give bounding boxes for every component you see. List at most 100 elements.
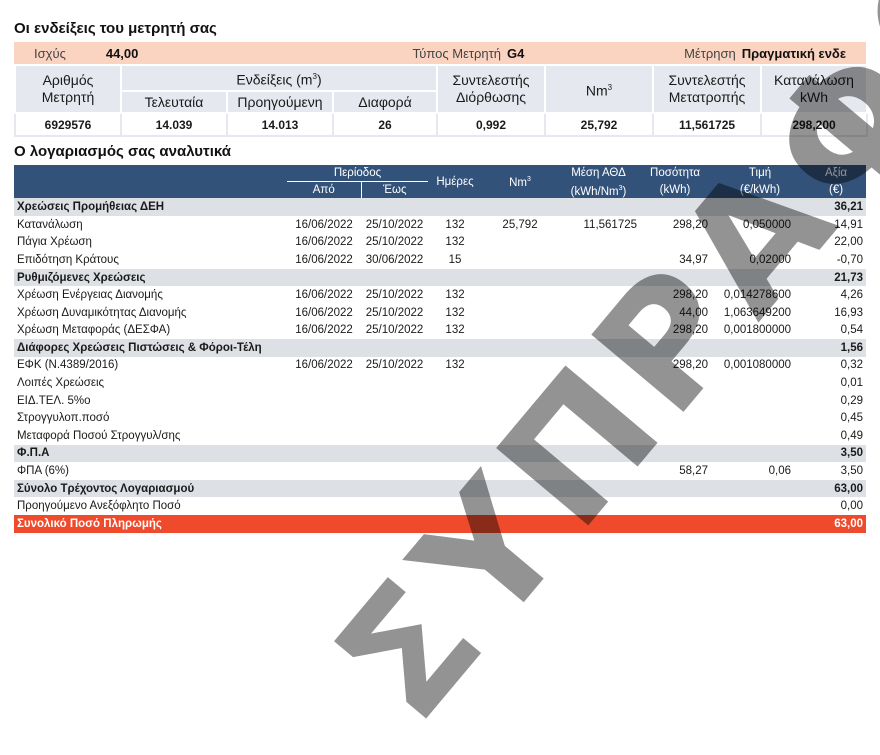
col-description: [14, 165, 287, 199]
col-nm: Nm3: [544, 64, 655, 114]
row-price: 0,050000: [743, 218, 792, 231]
row-to-date: 25/10/2022: [365, 218, 424, 231]
row-to-date: [361, 515, 429, 533]
row-price: [711, 427, 809, 445]
row-description: Μεταφορά Ποσού Στρογγυλ/σης: [17, 429, 181, 442]
row-avg: [558, 339, 640, 357]
row-price: 0,001800000: [723, 324, 792, 337]
col-price: Τιμή: [711, 165, 810, 182]
power-value: 44,00: [105, 45, 139, 61]
col-from: Από: [287, 181, 362, 199]
row-days: [428, 444, 483, 463]
row-value: 1,56: [809, 339, 867, 357]
row-days: [428, 392, 482, 410]
row-days: [428, 374, 482, 392]
consumption-kwh: 298,200: [760, 113, 869, 137]
row-nm: [482, 462, 558, 480]
meter-type-value: G4: [507, 45, 525, 61]
row-value: -0,70: [836, 253, 864, 266]
row-days: 132: [445, 324, 465, 337]
row-nm: [482, 497, 558, 515]
row-from-date: 16/06/2022: [295, 359, 353, 372]
row-avg: [558, 479, 640, 498]
bill-item-row: Επιδότηση Κράτους 16/06/2022 30/06/2022 15 3…: [14, 251, 866, 269]
row-price: [711, 515, 810, 533]
row-avg: [558, 497, 639, 515]
row-days: [428, 497, 482, 515]
reading-difference: 26: [331, 113, 439, 137]
row-avg: [558, 427, 639, 445]
row-from-date: 16/06/2022: [295, 218, 353, 231]
row-from-date: [287, 392, 361, 410]
row-from-date: [287, 462, 361, 480]
row-to-date: 25/10/2022: [365, 359, 424, 372]
row-quantity: [639, 497, 711, 515]
row-value: 14,91: [834, 218, 864, 231]
row-value: 0,45: [840, 412, 864, 425]
row-days: 132: [445, 359, 465, 372]
row-nm: [482, 198, 559, 216]
reading-last: 14.039: [120, 113, 228, 137]
bill-item-row: Προηγούμενο Ανεξόφλητο Ποσό 0,00: [14, 497, 866, 515]
reading-previous: 14.013: [226, 113, 334, 137]
row-avg: [558, 251, 639, 269]
row-to-date: [361, 268, 429, 287]
row-from-date: 16/06/2022: [295, 306, 353, 319]
row-from-date: [287, 268, 361, 287]
row-nm: [482, 339, 559, 357]
row-description: ΦΠΑ (6%): [17, 465, 69, 478]
row-description: Χρεώσεις Προμήθειας ΔΕΗ: [14, 198, 287, 216]
row-quantity: [639, 392, 711, 410]
row-value: 36,21: [809, 198, 867, 216]
row-description: Κατανάλωση: [17, 218, 83, 231]
row-to-date: 25/10/2022: [365, 306, 424, 319]
row-from-date: 16/06/2022: [295, 324, 353, 337]
row-price: [711, 234, 809, 252]
row-quantity: [639, 374, 711, 392]
bill-item-row: Κατανάλωση 16/06/2022 25/10/2022 132 25,792 1…: [14, 216, 866, 234]
row-avg: 11,561725: [583, 218, 638, 231]
row-value: 0,00: [840, 500, 864, 513]
row-avg: [558, 304, 639, 322]
col-avg-unit: (kWh/Nm3): [558, 181, 640, 199]
bill-item-row: Πάγια Χρέωση 16/06/2022 25/10/2022 132 22,00: [14, 234, 866, 252]
row-nm: [482, 515, 559, 533]
meter-row: 6929576 14.039 14.013 26 0,992 25,792 11…: [14, 113, 869, 137]
row-to-date: [361, 479, 429, 498]
bill-item-row: ΕΦΚ (Ν.4389/2016) 16/06/2022 25/10/2022 132…: [14, 357, 866, 375]
row-description: Συνολικό Ποσό Πληρωμής: [14, 515, 287, 533]
col-conversion: Συντελεστής Μετατροπής: [652, 64, 763, 114]
row-quantity: 44,00: [679, 306, 709, 319]
row-description: Λοιπές Χρεώσεις: [17, 377, 105, 390]
row-to-date: [361, 462, 428, 480]
row-value: 3,50: [840, 465, 864, 478]
row-avg: [558, 409, 639, 427]
row-value: 63,00: [809, 479, 867, 498]
bill-item-row: Λοιπές Χρεώσεις 0,01: [14, 374, 866, 392]
row-nm: [482, 286, 558, 304]
row-to-date: 25/10/2022: [365, 289, 424, 302]
row-days: [428, 515, 483, 533]
row-avg: [558, 462, 639, 480]
row-description: Φ.Π.Α: [14, 444, 287, 463]
meter-section: Ισχύς 44,00 Τύπος Μετρητή G4 Μέτρηση Πρα…: [14, 42, 869, 137]
row-value: 0,54: [840, 324, 864, 337]
row-price: [711, 497, 809, 515]
row-quantity: 58,27: [679, 465, 709, 478]
row-from-date: [287, 409, 361, 427]
row-avg: [558, 198, 640, 216]
row-avg: [558, 374, 639, 392]
row-description: ΕΙΔ.ΤΕΛ. 5%ο: [17, 394, 91, 407]
row-avg: [558, 234, 639, 252]
row-price: [711, 479, 810, 498]
row-from-date: 16/06/2022: [295, 289, 353, 302]
col-avg: Μέση ΑΘΔ: [558, 165, 640, 182]
row-from-date: [287, 374, 361, 392]
bill-item-row: ΕΙΔ.ΤΕΛ. 5%ο 0,29: [14, 392, 866, 410]
row-quantity: [639, 515, 712, 533]
row-days: [428, 339, 483, 357]
col-previous: Προηγούμενη: [226, 90, 334, 114]
row-to-date: 30/06/2022: [365, 253, 424, 266]
row-price: 0,02000: [749, 253, 792, 266]
row-value: 21,73: [809, 268, 867, 287]
